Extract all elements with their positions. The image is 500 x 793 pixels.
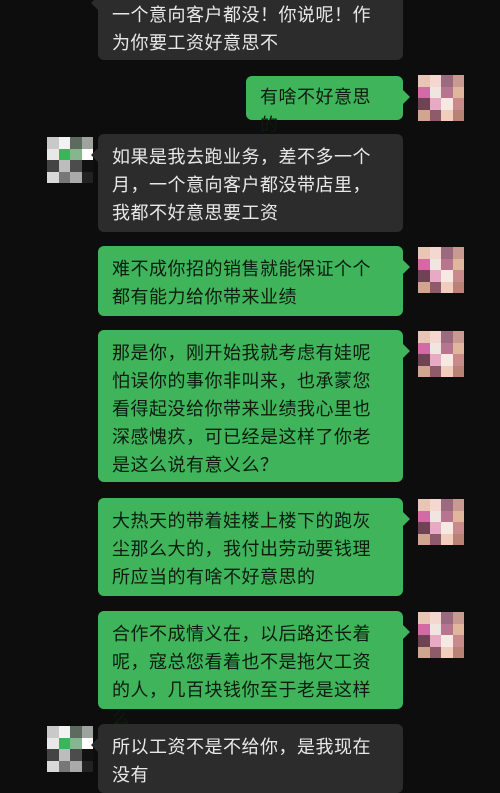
message-bubble-incoming[interactable]: 一个意向客户都没！你说呢！作为你要工资好意思不 xyxy=(91,0,403,60)
user-avatar-icon[interactable] xyxy=(418,75,464,121)
message-bubble-incoming[interactable]: 如果是我去跑业务，差不多一个月，一个意向客户都没带店里，我都不好意思要工资 xyxy=(91,134,403,232)
message-bubble-outgoing[interactable]: 有啥不好意思的 xyxy=(246,76,410,136)
user-avatar-icon[interactable] xyxy=(418,331,464,377)
user-avatar-icon[interactable] xyxy=(418,499,464,545)
contact-avatar-icon[interactable] xyxy=(47,726,93,772)
user-avatar-icon[interactable] xyxy=(418,247,464,293)
message-bubble-outgoing[interactable]: 大热天的带着娃楼上楼下的跑灰尘那么大的，我付出劳动要钱理所应当的有啥不好意思的 xyxy=(98,498,410,596)
message-bubble-outgoing[interactable]: 合作不成情义在，以后路还长着呢，寇总您看着也不是拖欠工资的人，几百块钱你至于老是… xyxy=(98,611,410,729)
user-avatar-icon[interactable] xyxy=(418,612,464,658)
contact-avatar-icon[interactable] xyxy=(47,137,93,183)
message-bubble-outgoing[interactable]: 那是你，刚开始我就考虑有娃呢怕误你的事你非叫来，也承蒙您看得起没给你带来业绩我心… xyxy=(98,330,410,482)
message-bubble-incoming[interactable]: 所以工资不是不给你，是我现在没有 xyxy=(91,724,403,793)
chat-message-list[interactable]: 一个意向客户都没！你说呢！作为你要工资好意思不 有啥不好意思的 如果是我去跑业务… xyxy=(0,0,500,793)
message-bubble-outgoing[interactable]: 难不成你招的销售就能保证个个都有能力给你带来业绩 xyxy=(98,246,410,316)
